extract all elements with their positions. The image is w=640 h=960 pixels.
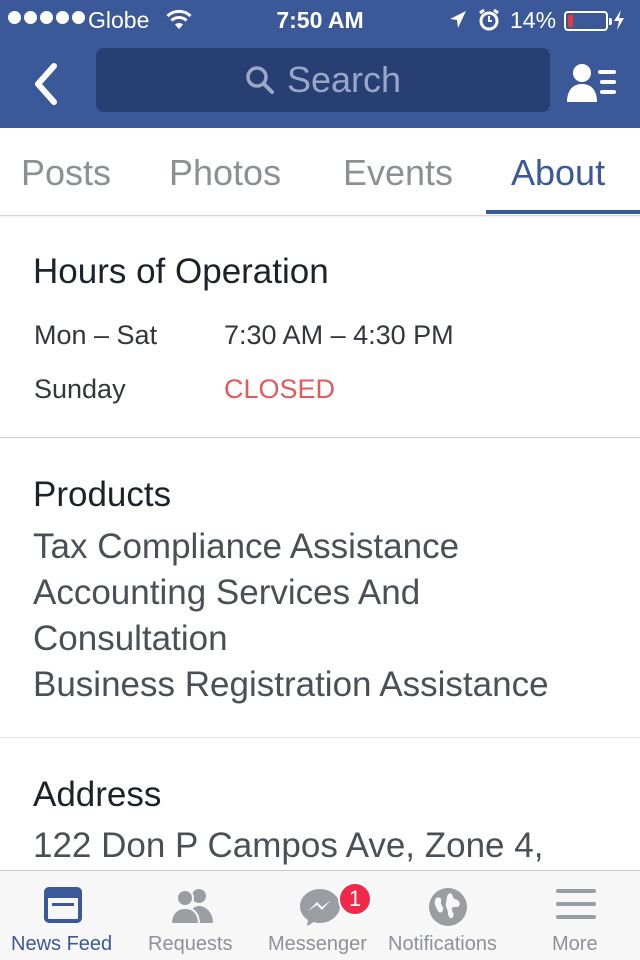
tab-label: Requests — [148, 933, 233, 955]
top-navigation-bar: Globe 7:50 AM 14% Search — [0, 0, 640, 128]
bottom-tab-bar: News Feed Requests Messenger Notificatio… — [0, 870, 640, 960]
menu-icon — [556, 889, 596, 919]
hours-time-value: 7:30 AM – 4:30 PM — [224, 320, 454, 350]
battery-level-fill — [568, 15, 573, 27]
location-arrow-icon — [450, 11, 466, 28]
products-section-title: Products — [33, 475, 172, 514]
friend-requests-icon — [169, 889, 213, 925]
page-tabs: Posts Photos Events About — [0, 128, 640, 216]
product-line: Consultation — [33, 619, 228, 658]
tab-more[interactable]: More — [514, 871, 640, 960]
news-feed-icon — [44, 887, 82, 923]
address-text[interactable]: 122 Don P Campos Ave, Zone 4, — [33, 826, 543, 866]
alarm-clock-icon — [479, 8, 499, 31]
battery-icon — [564, 11, 612, 31]
product-line: Tax Compliance Assistance — [33, 527, 460, 566]
product-line: Accounting Services And — [33, 573, 421, 612]
tab-requests[interactable]: Requests — [130, 871, 254, 960]
search-icon — [246, 66, 274, 94]
back-chevron-icon[interactable] — [28, 60, 68, 108]
tab-notifications[interactable]: Notifications — [386, 871, 510, 960]
tab-label: Notifications — [388, 933, 497, 955]
status-bar: Globe 7:50 AM 14% — [0, 0, 640, 40]
hours-day-label: Mon – Sat — [34, 320, 158, 350]
hours-section-title: Hours of Operation — [33, 252, 329, 291]
product-line: Business Registration Assistance — [33, 665, 549, 704]
messenger-badge: 1 — [338, 882, 372, 916]
section-divider — [0, 437, 640, 438]
tab-photos[interactable]: Photos — [169, 152, 281, 194]
search-placeholder: Search — [286, 59, 402, 100]
charging-bolt-icon — [614, 10, 624, 30]
friend-list-icon[interactable] — [566, 62, 618, 104]
address-section-title: Address — [33, 775, 162, 814]
globe-icon — [429, 888, 467, 926]
messenger-icon — [300, 889, 340, 926]
hours-day-label: Sunday — [34, 374, 126, 404]
tab-label: More — [552, 933, 598, 955]
tab-label: Messenger — [268, 933, 367, 955]
section-divider — [0, 737, 640, 738]
battery-percentage: 14% — [510, 7, 557, 33]
tab-news-feed[interactable]: News Feed — [0, 871, 126, 960]
tab-about[interactable]: About — [511, 152, 605, 194]
tab-label: News Feed — [11, 933, 113, 955]
hours-closed-value: CLOSED — [224, 374, 336, 404]
tab-events[interactable]: Events — [343, 152, 453, 194]
search-field[interactable]: Search — [96, 48, 550, 112]
tab-posts[interactable]: Posts — [21, 152, 111, 194]
active-tab-indicator — [486, 210, 640, 214]
